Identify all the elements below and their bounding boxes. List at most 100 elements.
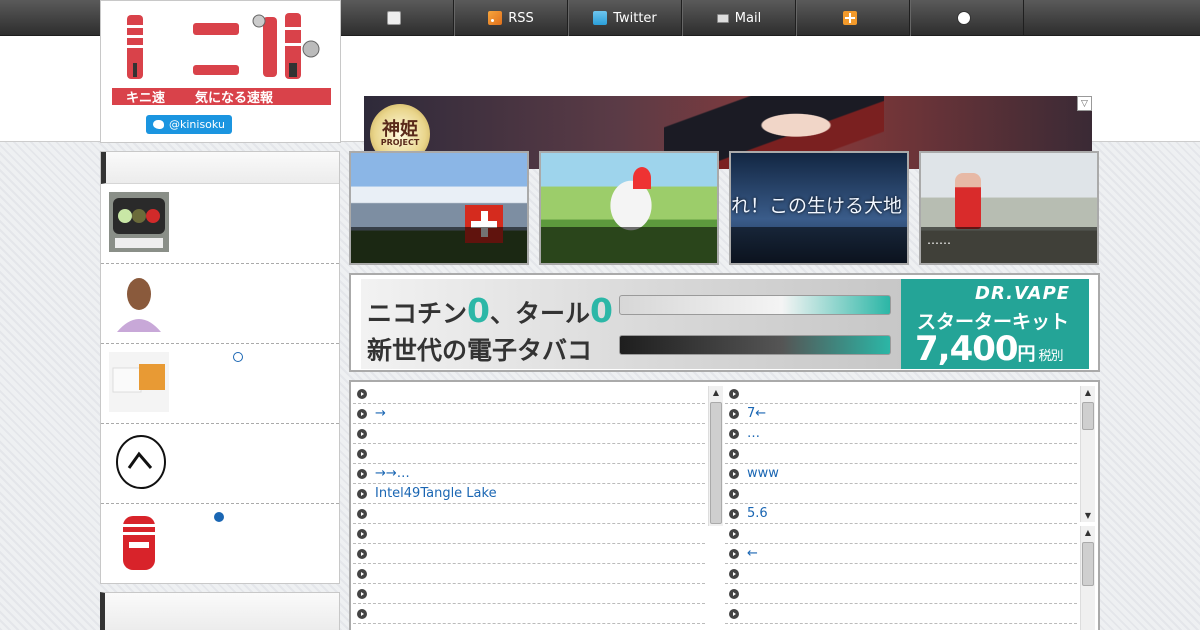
ad-brand: DR.VAPE [975, 283, 1071, 304]
nav-item-twitter[interactable]: Twitter [568, 0, 682, 36]
feed-item[interactable]: 5.6 [725, 504, 1077, 524]
play-bullet-icon [729, 569, 739, 579]
ad-price: 7,400円 税別 [915, 329, 1064, 369]
feed-item[interactable] [353, 524, 705, 544]
feed-item[interactable] [353, 424, 705, 444]
site-logo-art [127, 13, 320, 79]
nav-item-rss[interactable]: RSS [454, 0, 568, 36]
feed-item[interactable] [353, 604, 705, 624]
play-bullet-icon [357, 569, 367, 579]
twitter-follow-button[interactable]: @kinisoku [146, 115, 232, 134]
ad-price-value: 7,400 [915, 329, 1019, 369]
feed-right-scrollbar-2[interactable]: ▲ [1080, 526, 1095, 630]
ad-copy-line2: 新世代の電子タバコ [367, 336, 593, 365]
dot-marker [214, 512, 224, 522]
twitter-bird-icon [153, 120, 164, 129]
sidebar-item[interactable] [101, 264, 339, 344]
nav-menu: RSS Twitter Mail [340, 0, 1024, 36]
feed-item[interactable]: →→… [353, 464, 705, 484]
badge-sub: PROJECT [380, 138, 420, 147]
feed-item[interactable]: 7← [725, 404, 1077, 424]
vape-pen-image [619, 335, 891, 355]
ad-copy-text: 、タール [489, 299, 590, 328]
play-bullet-icon [729, 469, 739, 479]
feed-item[interactable]: www [725, 464, 1077, 484]
feed-list-right: 7← … www 5.6 ← [725, 384, 1097, 624]
ad-cta-panel: DR.VAPE スターターキット 7,400円 税別 [901, 279, 1089, 369]
feed-item[interactable] [353, 564, 705, 584]
sidebar-item[interactable] [101, 184, 339, 264]
site-tagline: 気になる速報 [195, 91, 274, 106]
ad-choices-icon[interactable]: ▽ [1077, 96, 1092, 111]
play-bullet-icon [357, 589, 367, 599]
tenga-cup-thumbnail [109, 512, 169, 572]
pickup-article-mountains[interactable] [349, 151, 529, 265]
scroll-up-icon[interactable]: ▲ [709, 386, 723, 399]
ad-copy-zero: 0 [467, 291, 490, 330]
play-bullet-icon [729, 529, 739, 539]
nav-item-face[interactable] [910, 0, 1024, 36]
feed-item[interactable] [725, 444, 1077, 464]
scroll-down-icon[interactable]: ▼ [1081, 509, 1095, 522]
feed-item[interactable] [725, 584, 1077, 604]
sidebar-item[interactable] [101, 344, 339, 424]
ring-marker [233, 352, 243, 362]
feed-item[interactable] [353, 584, 705, 604]
nav-label: Twitter [613, 10, 657, 26]
site-logo-box[interactable]: キニ速 気になる速報 @kinisoku [100, 0, 341, 143]
scroll-thumb[interactable] [710, 402, 722, 524]
feed-item[interactable] [353, 384, 705, 404]
feed-panel-right: 7← … www 5.6 ← ▲ ▼ ▲ [725, 384, 1097, 630]
feed-item[interactable]: Intel49Tangle Lake [353, 484, 705, 504]
logo-title-strip: キニ速 気になる速報 [112, 88, 331, 106]
feed-list-left: → →→… Intel49Tangle Lake [353, 384, 725, 624]
twitter-handle: @kinisoku [169, 118, 225, 131]
play-bullet-icon [729, 589, 739, 599]
pickup-article-playground[interactable]: …… [919, 151, 1099, 265]
feed-item[interactable] [353, 504, 705, 524]
feed-item[interactable]: ← [725, 544, 1077, 564]
feed-item[interactable] [725, 484, 1077, 504]
site-name: キニ速 [126, 91, 166, 106]
play-bullet-icon [357, 389, 367, 399]
feed-item[interactable] [725, 524, 1077, 544]
pickup-caption [351, 227, 527, 263]
ad-copy-text: ニコチン [367, 299, 468, 328]
vape-pen-image [619, 295, 891, 315]
feed-item-title: www [747, 466, 779, 481]
feed-item[interactable] [725, 564, 1077, 584]
vape-ad-banner[interactable]: ニコチン0、タール0 新世代の電子タバコ DR.VAPE スターターキット 7,… [349, 273, 1100, 372]
feed-item[interactable]: … [725, 424, 1077, 444]
scroll-up-icon[interactable]: ▲ [1081, 526, 1095, 539]
play-bullet-icon [729, 509, 739, 519]
traffic-signal-thumbnail [109, 192, 169, 252]
nav-item-cross[interactable] [796, 0, 910, 36]
play-bullet-icon [357, 409, 367, 419]
cross-icon [843, 11, 857, 25]
feed-item[interactable] [725, 604, 1077, 624]
feed-item-title: →→… [375, 466, 410, 481]
tofu-thumbnail [109, 352, 169, 412]
play-bullet-icon [729, 429, 739, 439]
nav-item-mail[interactable]: Mail [682, 0, 796, 36]
feed-item[interactable] [725, 384, 1077, 404]
child-image [955, 173, 981, 229]
feed-right-scrollbar[interactable]: ▲ ▼ [1080, 386, 1095, 522]
pickup-article-chicken[interactable] [539, 151, 719, 265]
sidebar-item[interactable] [101, 424, 339, 504]
feed-left-scrollbar[interactable]: ▲ [708, 386, 723, 526]
nav-item-document[interactable] [340, 0, 454, 36]
play-bullet-icon [729, 409, 739, 419]
man-thinking-thumbnail [109, 272, 169, 332]
feed-item-title: ← [747, 546, 758, 561]
feed-item[interactable]: → [353, 404, 705, 424]
pickup-article-earth[interactable]: れ！この生ける大地 [729, 151, 909, 265]
feed-item[interactable] [353, 544, 705, 564]
face-drawing-thumbnail [109, 432, 169, 492]
scroll-thumb[interactable] [1082, 542, 1094, 586]
scroll-up-icon[interactable]: ▲ [1081, 386, 1095, 399]
play-bullet-icon [729, 449, 739, 459]
play-bullet-icon [729, 389, 739, 399]
feed-item[interactable] [353, 444, 705, 464]
scroll-thumb[interactable] [1082, 402, 1094, 430]
